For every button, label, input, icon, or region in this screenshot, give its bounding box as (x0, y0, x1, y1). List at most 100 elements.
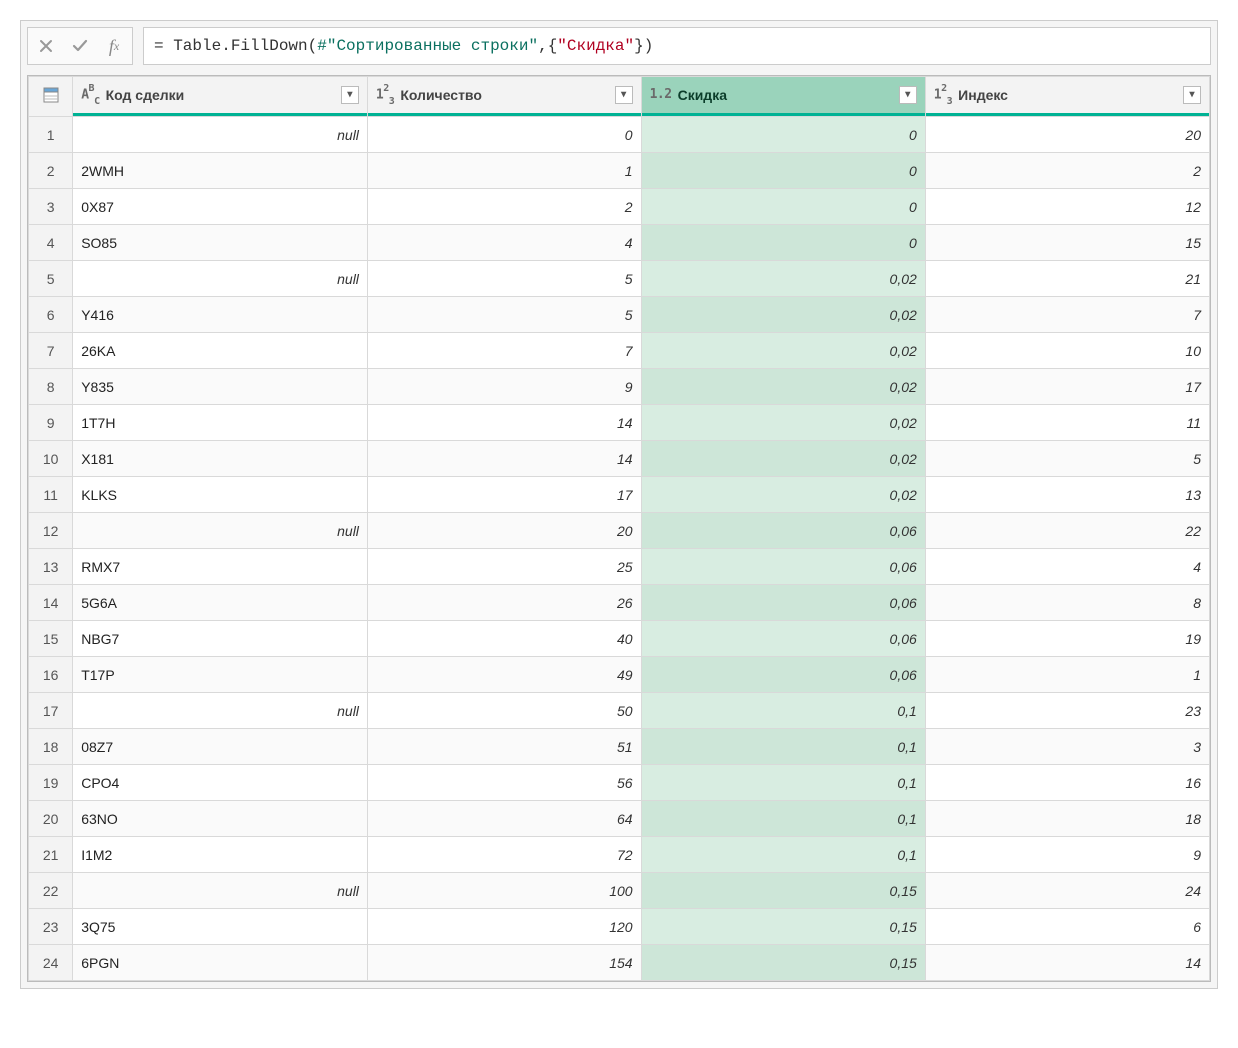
select-all-corner[interactable] (29, 77, 73, 113)
table-row[interactable]: 16T17P490,061 (29, 657, 1210, 693)
cell-index[interactable]: 19 (925, 621, 1209, 657)
row-number[interactable]: 23 (29, 909, 73, 945)
cell-qty[interactable]: 5 (367, 261, 641, 297)
cell-code[interactable]: 08Z7 (73, 729, 368, 765)
row-number[interactable]: 19 (29, 765, 73, 801)
cell-code[interactable]: Y835 (73, 369, 368, 405)
cell-qty[interactable]: 26 (367, 585, 641, 621)
cell-qty[interactable]: 49 (367, 657, 641, 693)
cell-code[interactable]: 5G6A (73, 585, 368, 621)
cell-index[interactable]: 24 (925, 873, 1209, 909)
cell-discount[interactable]: 0,1 (641, 801, 925, 837)
table-row[interactable]: 145G6A260,068 (29, 585, 1210, 621)
table-row[interactable]: 1null0020 (29, 117, 1210, 153)
cell-discount[interactable]: 0,02 (641, 261, 925, 297)
cell-code[interactable]: 63NO (73, 801, 368, 837)
cell-index[interactable]: 4 (925, 549, 1209, 585)
cell-index[interactable]: 18 (925, 801, 1209, 837)
cell-code[interactable]: null (73, 513, 368, 549)
cell-qty[interactable]: 40 (367, 621, 641, 657)
cell-qty[interactable]: 14 (367, 405, 641, 441)
cell-qty[interactable]: 20 (367, 513, 641, 549)
cell-discount[interactable]: 0,06 (641, 657, 925, 693)
formula-input[interactable]: = Table.FillDown(#"Сортированные строки"… (143, 27, 1211, 65)
table-row[interactable]: 11KLKS170,0213 (29, 477, 1210, 513)
cell-code[interactable]: CPO4 (73, 765, 368, 801)
cell-qty[interactable]: 50 (367, 693, 641, 729)
cell-index[interactable]: 11 (925, 405, 1209, 441)
cell-qty[interactable]: 64 (367, 801, 641, 837)
row-number[interactable]: 7 (29, 333, 73, 369)
cell-discount[interactable]: 0,06 (641, 549, 925, 585)
fx-icon[interactable]: fx (104, 36, 124, 56)
cell-qty[interactable]: 72 (367, 837, 641, 873)
filter-dropdown-icon[interactable]: ▾ (615, 86, 633, 104)
table-row[interactable]: 30X872012 (29, 189, 1210, 225)
table-row[interactable]: 19CPO4560,116 (29, 765, 1210, 801)
column-header[interactable]: ABCКод сделки▾ (73, 77, 368, 113)
cell-code[interactable]: 1T7H (73, 405, 368, 441)
filter-dropdown-icon[interactable]: ▾ (899, 86, 917, 104)
cell-index[interactable]: 22 (925, 513, 1209, 549)
table-row[interactable]: 91T7H140,0211 (29, 405, 1210, 441)
row-number[interactable]: 4 (29, 225, 73, 261)
row-number[interactable]: 14 (29, 585, 73, 621)
cell-code[interactable]: null (73, 693, 368, 729)
table-row[interactable]: 10X181140,025 (29, 441, 1210, 477)
cell-qty[interactable]: 17 (367, 477, 641, 513)
cell-discount[interactable]: 0,02 (641, 333, 925, 369)
cell-qty[interactable]: 56 (367, 765, 641, 801)
table-row[interactable]: 726KA70,0210 (29, 333, 1210, 369)
cell-code[interactable]: SO85 (73, 225, 368, 261)
table-row[interactable]: 6Y41650,027 (29, 297, 1210, 333)
column-header[interactable]: 123Индекс▾ (925, 77, 1209, 113)
cell-qty[interactable]: 14 (367, 441, 641, 477)
cell-index[interactable]: 14 (925, 945, 1209, 981)
accept-icon[interactable] (70, 36, 90, 56)
cell-code[interactable]: 6PGN (73, 945, 368, 981)
column-header[interactable]: 123Количество▾ (367, 77, 641, 113)
cell-discount[interactable]: 0,15 (641, 945, 925, 981)
row-number[interactable]: 22 (29, 873, 73, 909)
cell-discount[interactable]: 0,02 (641, 441, 925, 477)
table-row[interactable]: 246PGN1540,1514 (29, 945, 1210, 981)
column-header[interactable]: 1.2Скидка▾ (641, 77, 925, 113)
cell-index[interactable]: 2 (925, 153, 1209, 189)
cell-qty[interactable]: 0 (367, 117, 641, 153)
row-number[interactable]: 9 (29, 405, 73, 441)
cell-code[interactable]: KLKS (73, 477, 368, 513)
cell-index[interactable]: 8 (925, 585, 1209, 621)
row-number[interactable]: 1 (29, 117, 73, 153)
row-number[interactable]: 6 (29, 297, 73, 333)
cell-qty[interactable]: 120 (367, 909, 641, 945)
cell-discount[interactable]: 0,1 (641, 693, 925, 729)
cell-discount[interactable]: 0 (641, 153, 925, 189)
cell-index[interactable]: 13 (925, 477, 1209, 513)
cell-code[interactable]: Y416 (73, 297, 368, 333)
table-row[interactable]: 13RMX7250,064 (29, 549, 1210, 585)
cell-discount[interactable]: 0,06 (641, 621, 925, 657)
row-number[interactable]: 20 (29, 801, 73, 837)
table-row[interactable]: 22WMH102 (29, 153, 1210, 189)
cell-discount[interactable]: 0,02 (641, 369, 925, 405)
cell-index[interactable]: 3 (925, 729, 1209, 765)
row-number[interactable]: 5 (29, 261, 73, 297)
cell-discount[interactable]: 0,06 (641, 513, 925, 549)
row-number[interactable]: 17 (29, 693, 73, 729)
cell-qty[interactable]: 51 (367, 729, 641, 765)
cell-discount[interactable]: 0,1 (641, 837, 925, 873)
cell-code[interactable]: null (73, 261, 368, 297)
row-number[interactable]: 18 (29, 729, 73, 765)
row-number[interactable]: 12 (29, 513, 73, 549)
row-number[interactable]: 13 (29, 549, 73, 585)
cell-discount[interactable]: 0,15 (641, 873, 925, 909)
cell-index[interactable]: 6 (925, 909, 1209, 945)
cell-index[interactable]: 5 (925, 441, 1209, 477)
cell-index[interactable]: 17 (925, 369, 1209, 405)
table-row[interactable]: 12null200,0622 (29, 513, 1210, 549)
cell-code[interactable]: T17P (73, 657, 368, 693)
row-number[interactable]: 11 (29, 477, 73, 513)
cell-qty[interactable]: 9 (367, 369, 641, 405)
table-row[interactable]: 4SO854015 (29, 225, 1210, 261)
table-row[interactable]: 21I1M2720,19 (29, 837, 1210, 873)
